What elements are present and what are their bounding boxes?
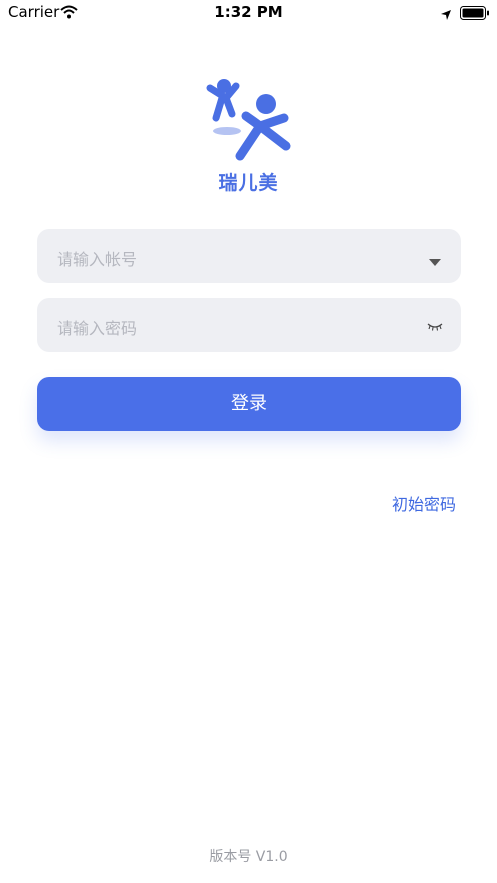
status-time: 1:32 PM <box>214 3 283 21</box>
password-field[interactable]: 请输入密码 <box>37 298 461 352</box>
account-field[interactable]: 请输入帐号 <box>37 229 461 283</box>
location-icon <box>440 6 452 25</box>
app-logo <box>200 76 296 166</box>
initial-password-link[interactable]: 初始密码 <box>392 491 456 515</box>
brand-name: 瑞儿美 <box>218 172 279 194</box>
version-label: 版本号 V1.0 <box>209 849 288 865</box>
status-bar: Carrier 1:32 PM <box>0 0 497 26</box>
battery-icon <box>460 5 490 24</box>
password-placeholder: 请输入密码 <box>57 319 138 338</box>
login-button[interactable]: 登录 <box>37 377 461 431</box>
eye-closed-icon[interactable] <box>427 318 443 337</box>
account-placeholder: 请输入帐号 <box>57 250 138 269</box>
caret-down-icon[interactable] <box>429 252 441 271</box>
